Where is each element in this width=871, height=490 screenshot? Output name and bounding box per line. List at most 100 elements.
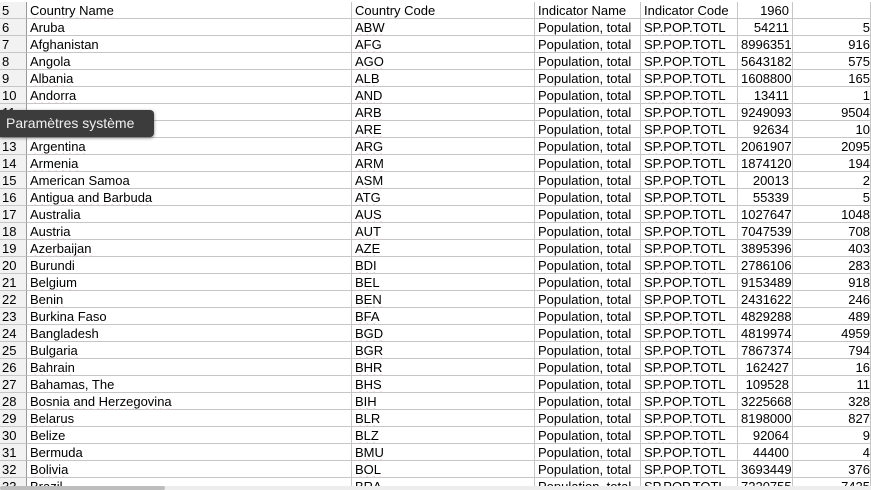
cell-country-code[interactable]: ABW [352,19,535,36]
header-country-code[interactable]: Country Code [352,2,535,19]
cell-country-name[interactable]: Burundi [27,257,352,274]
cell-country-code[interactable]: AGO [352,53,535,70]
cell-1960[interactable]: 44400 [738,444,793,461]
row-number[interactable]: 21 [0,274,27,291]
cell-country-name[interactable]: Bangladesh [27,325,352,342]
row-number[interactable]: 26 [0,359,27,376]
cell-next-year[interactable]: 328 [793,393,871,410]
cell-1960[interactable]: 2431622 [738,291,793,308]
spreadsheet-grid[interactable]: 5 Country Name Country Code Indicator Na… [0,0,871,490]
cell-1960[interactable]: 92064 [738,427,793,444]
cell-indicator-code[interactable]: SP.POP.TOTL [641,461,738,478]
cell-country-name[interactable]: Bermuda [27,444,352,461]
cell-1960[interactable]: 10276477 [738,206,793,223]
row-number[interactable]: 13 [0,138,27,155]
row-number[interactable]: 8 [0,53,27,70]
cell-1960[interactable]: 7867374 [738,342,793,359]
row-number[interactable]: 10 [0,87,27,104]
cell-1960[interactable]: 92634 [738,121,793,138]
cell-country-code[interactable]: BLZ [352,427,535,444]
cell-country-code[interactable]: ARB [352,104,535,121]
cell-next-year[interactable]: 9504 [793,104,871,121]
row-number[interactable]: 5 [0,2,27,19]
row-number[interactable]: 24 [0,325,27,342]
cell-country-code[interactable]: ASM [352,172,535,189]
cell-next-year[interactable]: 794 [793,342,871,359]
cell-next-year[interactable]: 2095 [793,138,871,155]
cell-next-year[interactable]: 194 [793,155,871,172]
cell-1960[interactable]: 1608800 [738,70,793,87]
cell-country-code[interactable]: ALB [352,70,535,87]
cell-indicator-name[interactable]: Population, total [535,87,641,104]
row-number[interactable]: 7 [0,36,27,53]
cell-1960[interactable]: 7047539 [738,223,793,240]
cell-country-code[interactable]: BGR [352,342,535,359]
cell-country-name[interactable]: Afghanistan [27,36,352,53]
cell-country-name[interactable]: Belgium [27,274,352,291]
cell-country-code[interactable]: BEL [352,274,535,291]
row-number[interactable]: 16 [0,189,27,206]
row-number[interactable]: 28 [0,393,27,410]
cell-indicator-code[interactable]: SP.POP.TOTL [641,19,738,36]
cell-1960[interactable]: 3693449 [738,461,793,478]
cell-1960[interactable]: 162427 [738,359,793,376]
cell-indicator-name[interactable]: Population, total [535,376,641,393]
cell-indicator-name[interactable]: Population, total [535,325,641,342]
cell-1960[interactable]: 3895396 [738,240,793,257]
cell-indicator-name[interactable]: Population, total [535,410,641,427]
cell-indicator-code[interactable]: SP.POP.TOTL [641,172,738,189]
cell-indicator-code[interactable]: SP.POP.TOTL [641,274,738,291]
cell-next-year[interactable]: 9 [793,427,871,444]
cell-indicator-code[interactable]: SP.POP.TOTL [641,427,738,444]
row-number[interactable]: 14 [0,155,27,172]
cell-next-year[interactable]: 489 [793,308,871,325]
cell-country-code[interactable]: BIH [352,393,535,410]
row-number[interactable]: 25 [0,342,27,359]
cell-indicator-name[interactable]: Population, total [535,240,641,257]
cell-indicator-code[interactable]: SP.POP.TOTL [641,342,738,359]
cell-country-name[interactable]: Bahrain [27,359,352,376]
cell-1960[interactable]: 1874120 [738,155,793,172]
cell-country-name[interactable]: Benin [27,291,352,308]
cell-indicator-name[interactable]: Population, total [535,342,641,359]
horizontal-scrollbar[interactable] [0,486,871,490]
cell-next-year[interactable]: 403 [793,240,871,257]
cell-1960[interactable]: 5643182 [738,53,793,70]
cell-indicator-code[interactable]: SP.POP.TOTL [641,36,738,53]
cell-1960[interactable]: 55339 [738,189,793,206]
cell-indicator-name[interactable]: Population, total [535,155,641,172]
cell-country-name[interactable]: Angola [27,53,352,70]
cell-country-code[interactable]: ARG [352,138,535,155]
cell-indicator-code[interactable]: SP.POP.TOTL [641,70,738,87]
cell-indicator-name[interactable]: Population, total [535,70,641,87]
row-number[interactable]: 30 [0,427,27,444]
cell-country-code[interactable]: ARE [352,121,535,138]
cell-indicator-name[interactable]: Population, total [535,444,641,461]
cell-indicator-name[interactable]: Population, total [535,393,641,410]
cell-next-year[interactable]: 246 [793,291,871,308]
cell-indicator-name[interactable]: Population, total [535,206,641,223]
cell-country-name[interactable]: Andorra [27,87,352,104]
cell-next-year[interactable]: 708 [793,223,871,240]
cell-indicator-code[interactable]: SP.POP.TOTL [641,257,738,274]
cell-indicator-name[interactable]: Population, total [535,121,641,138]
cell-country-name[interactable]: Argentina [27,138,352,155]
cell-country-name[interactable]: Bulgaria [27,342,352,359]
cell-country-code[interactable]: AUT [352,223,535,240]
cell-1960[interactable]: 9153489 [738,274,793,291]
cell-country-name[interactable]: Australia [27,206,352,223]
cell-country-name[interactable]: Belize [27,427,352,444]
cell-next-year[interactable]: 916 [793,36,871,53]
row-number[interactable]: 17 [0,206,27,223]
row-number[interactable]: 22 [0,291,27,308]
cell-next-year[interactable]: 918 [793,274,871,291]
cell-indicator-name[interactable]: Population, total [535,19,641,36]
cell-next-year[interactable]: 827 [793,410,871,427]
row-number[interactable]: 9 [0,70,27,87]
cell-1960[interactable]: 4829288 [738,308,793,325]
cell-1960[interactable]: 54211 [738,19,793,36]
cell-1960[interactable]: 20619075 [738,138,793,155]
cell-indicator-name[interactable]: Population, total [535,172,641,189]
cell-indicator-name[interactable]: Population, total [535,138,641,155]
cell-1960[interactable]: 20013 [738,172,793,189]
